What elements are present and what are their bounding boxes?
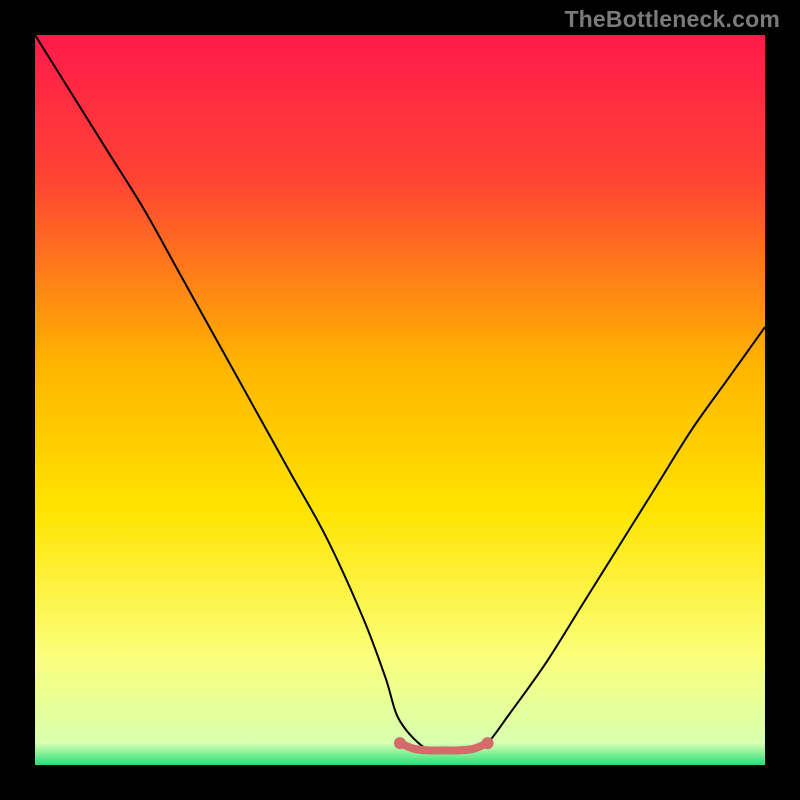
bottleneck-curve (35, 35, 765, 753)
plot-area (35, 35, 765, 765)
highlight-band (400, 743, 488, 750)
highlight-dot-left (394, 737, 406, 749)
highlight-dot-right (482, 737, 494, 749)
chart-frame: TheBottleneck.com (0, 0, 800, 800)
curve-layer (35, 35, 765, 765)
watermark-text: TheBottleneck.com (564, 6, 780, 33)
